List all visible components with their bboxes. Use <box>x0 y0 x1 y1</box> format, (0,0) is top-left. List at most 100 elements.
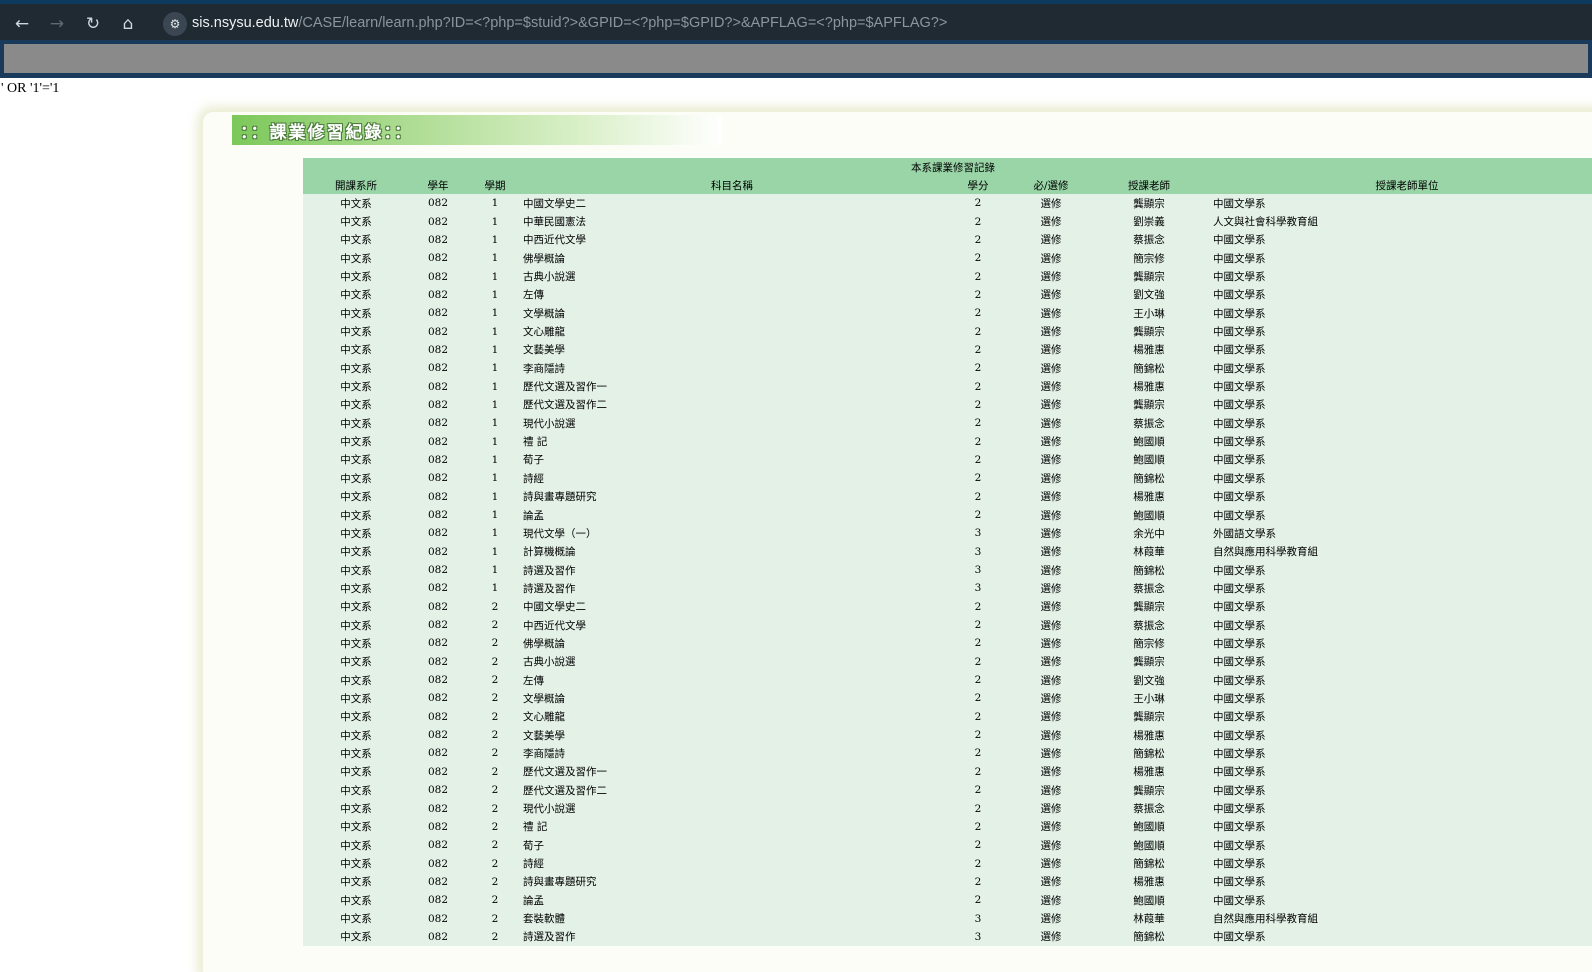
dept-cell: 中文系 <box>340 307 372 320</box>
term-cell: 1 <box>491 398 499 411</box>
teacher-cell: 鮑國順 <box>1133 839 1165 852</box>
site-settings-icon[interactable]: ⚙ <box>163 12 187 36</box>
year-cell: 082 <box>427 857 449 870</box>
year-cell: 082 <box>427 894 449 907</box>
table-row: 中文系 082 2 文藝美學 2 選修 楊雅惠 中國文學系 <box>303 725 1592 745</box>
course-name-cell: 計算機概論 <box>523 546 576 559</box>
required-cell: 選修 <box>1040 894 1062 907</box>
year-cell: 082 <box>427 912 449 925</box>
year-cell: 082 <box>427 784 449 797</box>
required-cell: 選修 <box>1040 197 1062 210</box>
course-name-cell: 歷代文選及習作二 <box>523 784 607 797</box>
year-cell: 082 <box>427 252 449 265</box>
year-cell: 082 <box>427 215 449 228</box>
dept-cell: 中文系 <box>340 197 372 210</box>
teacher-unit-cell: 中國文學系 <box>1213 326 1266 339</box>
course-name-cell: 荀子 <box>523 454 544 467</box>
term-cell: 1 <box>491 380 499 393</box>
teacher-unit-cell: 中國文學系 <box>1213 692 1266 705</box>
dept-cell: 中文系 <box>340 509 372 522</box>
teacher-unit-cell: 中國文學系 <box>1213 858 1266 871</box>
course-name-cell: 詩與畫專題研究 <box>523 876 597 889</box>
credit-cell: 2 <box>974 417 982 430</box>
term-cell: 1 <box>491 215 499 228</box>
teacher-unit-cell: 中國文學系 <box>1213 564 1266 577</box>
table-caption: 本系課業修習記錄 <box>911 161 995 174</box>
term-cell: 1 <box>491 435 499 448</box>
teacher-unit-cell: 中國文學系 <box>1213 619 1266 632</box>
teacher-cell: 鮑國順 <box>1133 894 1165 907</box>
year-cell: 082 <box>427 197 449 210</box>
dept-cell: 中文系 <box>340 674 372 687</box>
course-name-cell: 現代文學（一） <box>523 527 597 540</box>
term-cell: 1 <box>491 233 499 246</box>
teacher-cell: 龔顯宗 <box>1133 197 1165 210</box>
teacher-cell: 楊雅惠 <box>1133 876 1165 889</box>
required-cell: 選修 <box>1040 216 1062 229</box>
course-name-cell: 荀子 <box>523 839 544 852</box>
dept-cell: 中文系 <box>340 747 372 760</box>
dept-cell: 中文系 <box>340 656 372 669</box>
dept-cell: 中文系 <box>340 711 372 724</box>
teacher-unit-cell: 中國文學系 <box>1213 491 1266 504</box>
teacher-unit-cell: 中國文學系 <box>1213 821 1266 834</box>
table-row: 中文系 082 1 李商隱詩 2 選修 簡錦松 中國文學系 <box>303 359 1592 378</box>
required-cell: 選修 <box>1040 858 1062 871</box>
home-icon[interactable]: ⌂ <box>114 10 142 38</box>
teacher-unit-cell: 中國文學系 <box>1213 472 1266 485</box>
teacher-unit-cell: 中國文學系 <box>1213 711 1266 724</box>
course-name-cell: 文藝美學 <box>523 344 565 357</box>
year-cell: 082 <box>427 417 449 430</box>
table-row: 中文系 082 2 左傳 2 選修 劉文強 中國文學系 <box>303 670 1592 690</box>
year-cell: 082 <box>427 398 449 411</box>
dept-cell: 中文系 <box>340 491 372 504</box>
teacher-unit-cell: 中國文學系 <box>1213 601 1266 614</box>
dept-cell: 中文系 <box>340 582 372 595</box>
credit-cell: 2 <box>974 380 982 393</box>
teacher-cell: 簡錦松 <box>1133 564 1165 577</box>
credit-cell: 2 <box>974 747 982 760</box>
term-cell: 2 <box>491 802 499 815</box>
teacher-cell: 楊雅惠 <box>1133 344 1165 357</box>
year-cell: 082 <box>427 802 449 815</box>
term-cell: 1 <box>491 270 499 283</box>
required-cell: 選修 <box>1040 674 1062 687</box>
credit-cell: 2 <box>974 820 982 833</box>
forward-arrow-icon[interactable]: → <box>43 10 71 38</box>
required-cell: 選修 <box>1040 637 1062 650</box>
teacher-unit-cell: 中國文學系 <box>1213 656 1266 669</box>
teacher-unit-cell: 中國文學系 <box>1213 362 1266 375</box>
course-name-cell: 套裝軟體 <box>523 913 565 926</box>
year-cell: 082 <box>427 564 449 577</box>
teacher-cell: 楊雅惠 <box>1133 491 1165 504</box>
col-header-teacher: 授課老師 <box>1128 179 1170 192</box>
teacher-unit-cell: 中國文學系 <box>1213 307 1266 320</box>
table-row: 中文系 082 1 荀子 2 選修 鮑國順 中國文學系 <box>303 450 1592 470</box>
course-name-cell: 現代小說選 <box>523 803 576 816</box>
table-row: 中文系 082 1 現代文學（一） 3 選修 余光中 外國語文學系 <box>303 524 1592 543</box>
term-cell: 2 <box>491 619 499 632</box>
table-row: 中文系 082 1 計算機概論 3 選修 林葭華 自然與應用科學教育組 <box>303 542 1592 561</box>
teacher-unit-cell: 中國文學系 <box>1213 289 1266 302</box>
reload-icon[interactable]: ↻ <box>79 10 107 38</box>
teacher-cell: 龔顯宗 <box>1133 601 1165 614</box>
course-name-cell: 詩與畫專題研究 <box>523 491 597 504</box>
url-text[interactable]: sis.nsysu.edu.tw/CASE/learn/learn.php?ID… <box>192 15 947 31</box>
year-cell: 082 <box>427 820 449 833</box>
table-row: 中文系 082 2 詩與畫專題研究 2 選修 楊雅惠 中國文學系 <box>303 872 1592 892</box>
teacher-unit-cell: 中國文學系 <box>1213 381 1266 394</box>
back-arrow-icon[interactable]: ← <box>8 10 36 38</box>
teacher-unit-cell: 中國文學系 <box>1213 766 1266 779</box>
course-name-cell: 文學概論 <box>523 307 565 320</box>
credit-cell: 2 <box>974 839 982 852</box>
col-header-course: 科目名稱 <box>711 179 753 192</box>
dept-cell: 中文系 <box>340 326 372 339</box>
teacher-unit-cell: 中國文學系 <box>1213 876 1266 889</box>
required-cell: 選修 <box>1040 619 1062 632</box>
dept-cell: 中文系 <box>340 876 372 889</box>
teacher-cell: 龔顯宗 <box>1133 271 1165 284</box>
term-cell: 2 <box>491 875 499 888</box>
credit-cell: 2 <box>974 270 982 283</box>
address-bar[interactable]: ⚙ sis.nsysu.edu.tw/CASE/learn/learn.php?… <box>157 8 1587 40</box>
year-cell: 082 <box>427 619 449 632</box>
